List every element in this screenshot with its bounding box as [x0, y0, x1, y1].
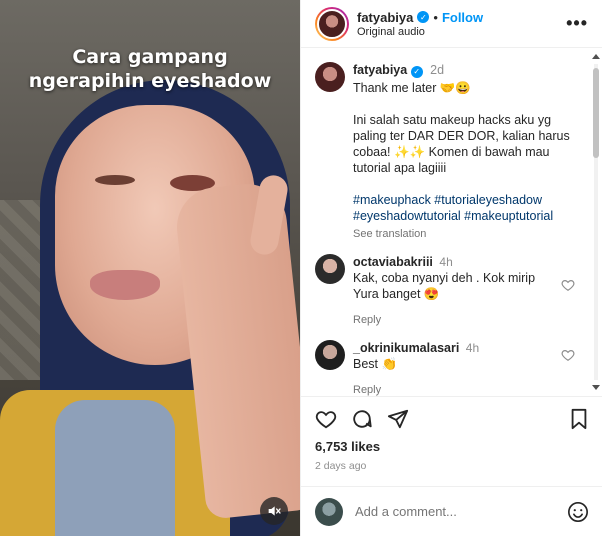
comment-username[interactable]: octaviabakriii [353, 255, 433, 269]
follow-button[interactable]: Follow [442, 10, 483, 25]
comment-time: 4h [465, 341, 480, 355]
scroll-up-arrow-icon[interactable] [592, 54, 600, 59]
comment-text: Best 👏 [353, 357, 398, 371]
avatar[interactable] [315, 340, 345, 370]
mute-button[interactable] [260, 497, 288, 525]
verified-badge-icon: ✓ [417, 11, 430, 23]
see-translation-link[interactable]: See translation [353, 226, 573, 242]
header-text: fatyabiya ✓ • Follow Original audio [357, 10, 566, 38]
comment-body: octaviabakriii 4h Kak, coba nyanyi deh .… [353, 254, 553, 328]
comment-item: octaviabakriii 4h Kak, coba nyanyi deh .… [301, 242, 602, 328]
post-caption: fatyabiya ✓ 2d Thank me later 🤝😀 Ini sal… [301, 48, 602, 242]
comments-list[interactable]: fatyabiya ✓ 2d Thank me later 🤝😀 Ini sal… [301, 48, 602, 396]
share-paper-plane-icon[interactable] [387, 408, 409, 430]
caption-time: 2d [430, 63, 445, 77]
caption-text: Thank me later 🤝😀 Ini salah satu makeup … [353, 81, 570, 175]
audio-link[interactable]: Original audio [357, 26, 566, 38]
scroll-down-arrow-icon[interactable] [592, 385, 600, 390]
caption-hashtags[interactable]: #makeuphack #tutorialeyeshadow #eyeshado… [353, 192, 573, 224]
post-actions: 6,753 likes 2 days ago [301, 396, 602, 486]
video-subject-eye-left [95, 175, 135, 185]
likes-count[interactable]: 6,753 likes [315, 439, 589, 454]
action-icons-row [315, 407, 589, 431]
author-avatar-story-ring[interactable] [315, 6, 349, 41]
reply-button[interactable]: Reply [353, 312, 553, 328]
avatar[interactable] [315, 62, 345, 92]
caption-header: fatyabiya ✓ 2d [353, 62, 573, 78]
avatar [315, 497, 343, 526]
avatar[interactable] [315, 254, 345, 284]
caption-username[interactable]: fatyabiya [353, 63, 407, 77]
comment-text: Kak, coba nyanyi deh . Kok mirip Yura ba… [353, 271, 536, 301]
header-line: fatyabiya ✓ • Follow [357, 10, 566, 25]
comment-item: _okrinikumalasari 4h Best 👏 Reply [301, 328, 602, 396]
like-heart-icon[interactable] [315, 408, 337, 430]
reply-button[interactable]: Reply [353, 382, 553, 396]
comment-time: 4h [439, 255, 453, 269]
author-username[interactable]: fatyabiya [357, 10, 413, 25]
comment-bubble-icon[interactable] [351, 408, 373, 430]
comment-input[interactable] [355, 504, 567, 519]
post-time-ago: 2 days ago [315, 460, 367, 472]
save-bookmark-icon[interactable] [569, 408, 589, 430]
emoji-smiley-icon[interactable] [567, 501, 589, 523]
scrollbar-thumb[interactable] [593, 68, 599, 158]
more-options-icon[interactable]: ••• [566, 13, 588, 34]
like-comment-heart-icon[interactable] [561, 348, 575, 362]
speaker-muted-icon [268, 506, 281, 516]
add-comment-bar [301, 486, 602, 536]
like-comment-heart-icon[interactable] [561, 278, 575, 292]
post-header: fatyabiya ✓ • Follow Original audio ••• [301, 0, 602, 48]
comment-body: _okrinikumalasari 4h Best 👏 Reply [353, 340, 553, 396]
video-subject-shirt-center [55, 400, 175, 536]
verified-badge-icon: ✓ [410, 66, 423, 78]
avatar [317, 8, 347, 39]
post-side-panel: fatyabiya ✓ • Follow Original audio ••• … [300, 0, 602, 536]
video-caption-text: Cara gampang ngerapihin eyeshadow [28, 46, 272, 92]
comments-scrollbar[interactable] [592, 54, 600, 390]
comment-username[interactable]: _okrinikumalasari [353, 341, 459, 355]
caption-body: fatyabiya ✓ 2d Thank me later 🤝😀 Ini sal… [353, 62, 573, 242]
video-subject-lips [90, 270, 160, 300]
separator-dot: • [433, 9, 438, 25]
video-player[interactable]: Cara gampang ngerapihin eyeshadow [0, 0, 300, 536]
